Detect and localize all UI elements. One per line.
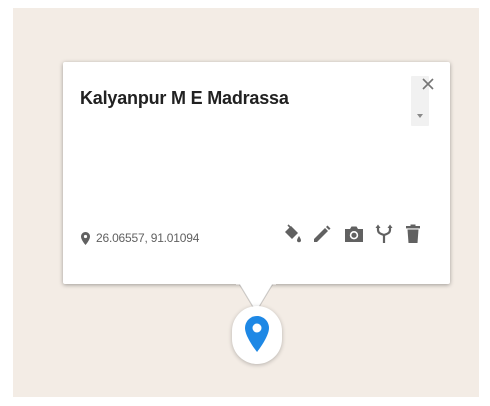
trash-icon (406, 224, 420, 243)
location-pin-icon (81, 231, 90, 245)
place-info-popup: Kalyanpur M E Madrassa 26.06557, 91.0109… (63, 62, 450, 284)
camera-icon (345, 226, 363, 242)
map-pin-icon (245, 316, 269, 352)
popup-action-toolbar (280, 222, 425, 248)
close-button[interactable] (420, 76, 436, 92)
directions-button[interactable] (372, 222, 396, 246)
coordinates-row: 26.06557, 91.01094 (81, 230, 199, 246)
style-button[interactable] (280, 222, 304, 246)
paint-bucket-icon (285, 224, 301, 243)
fork-directions-icon (375, 224, 393, 243)
coordinates-text: 26.06557, 91.01094 (96, 231, 200, 245)
add-photo-button[interactable] (342, 222, 366, 246)
delete-button[interactable] (401, 222, 425, 246)
place-title: Kalyanpur M E Madrassa (80, 88, 289, 108)
close-icon (422, 78, 434, 90)
pencil-icon (314, 225, 331, 242)
edit-button[interactable] (310, 222, 334, 246)
map-marker[interactable] (232, 306, 282, 364)
